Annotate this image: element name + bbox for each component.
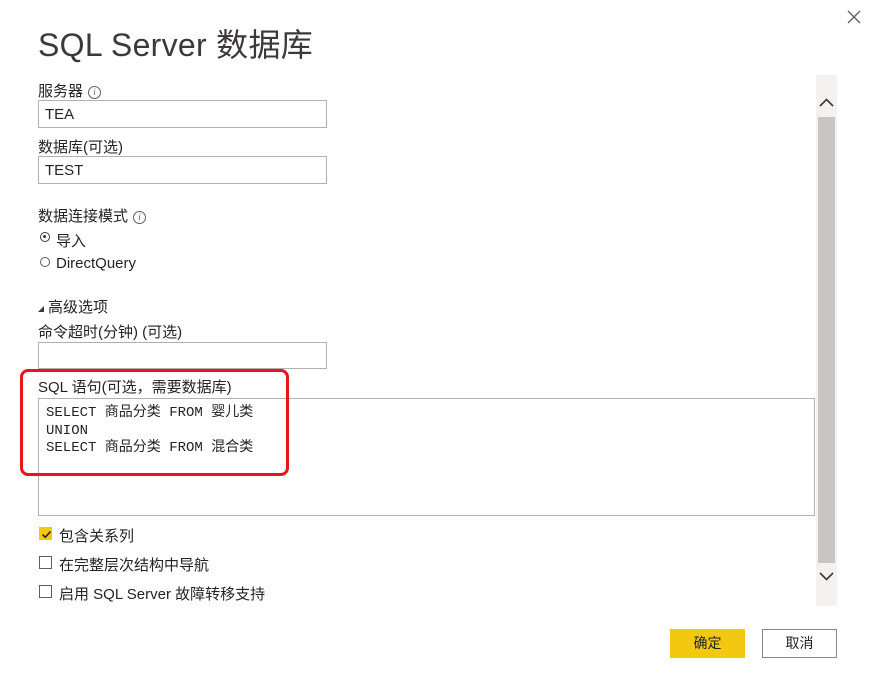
radio-directquery-label: DirectQuery [56, 255, 137, 272]
advanced-options-toggle[interactable]: 高级选项 [38, 296, 158, 316]
radio-import[interactable]: 导入 [38, 230, 158, 250]
radio-directquery[interactable]: DirectQuery [38, 255, 178, 273]
timeout-input[interactable] [38, 342, 327, 369]
database-label: 数据库(可选) [38, 139, 123, 156]
dialog-title: SQL Server 数据库 [38, 27, 314, 63]
include-relationships-option[interactable]: 包含关系列 [38, 525, 198, 545]
enable-failover-checkbox[interactable] [39, 585, 52, 598]
radio-import-button[interactable] [40, 232, 50, 242]
highlight-annotation [20, 369, 289, 476]
close-icon[interactable] [844, 7, 864, 27]
scroll-up-icon[interactable] [816, 92, 837, 113]
server-label: 服务器 [38, 83, 84, 100]
server-input[interactable]: TEA [38, 100, 327, 128]
advanced-options-label: 高级选项 [48, 299, 109, 316]
radio-import-label: 导入 [56, 233, 87, 250]
include-relationships-label: 包含关系列 [59, 528, 135, 545]
enable-failover-label: 启用 SQL Server 故障转移支持 [59, 586, 266, 603]
server-label-row: 服务器 i [38, 80, 102, 101]
ok-button[interactable]: 确定 [670, 629, 745, 658]
connectivity-mode-label-row: 数据连接模式 i [38, 205, 147, 226]
connectivity-mode-label: 数据连接模式 [38, 208, 129, 225]
include-relationships-checkbox[interactable] [39, 527, 52, 540]
cancel-button[interactable]: 取消 [762, 629, 837, 658]
info-icon[interactable]: i [133, 211, 147, 224]
info-icon[interactable]: i [88, 86, 102, 99]
enable-failover-option[interactable]: 启用 SQL Server 故障转移支持 [38, 583, 298, 603]
triangle-down-icon [38, 301, 46, 319]
scroll-down-icon[interactable] [816, 566, 837, 587]
timeout-label: 命令超时(分钟) (可选) [38, 324, 183, 341]
database-input[interactable]: TEST [38, 156, 327, 184]
navigate-full-hierarchy-option[interactable]: 在完整层次结构中导航 [38, 554, 238, 574]
scrollbar-thumb[interactable] [818, 117, 835, 563]
navigate-full-hierarchy-label: 在完整层次结构中导航 [59, 557, 210, 574]
check-icon [41, 530, 52, 539]
navigate-full-hierarchy-checkbox[interactable] [39, 556, 52, 569]
radio-directquery-button[interactable] [40, 257, 50, 267]
